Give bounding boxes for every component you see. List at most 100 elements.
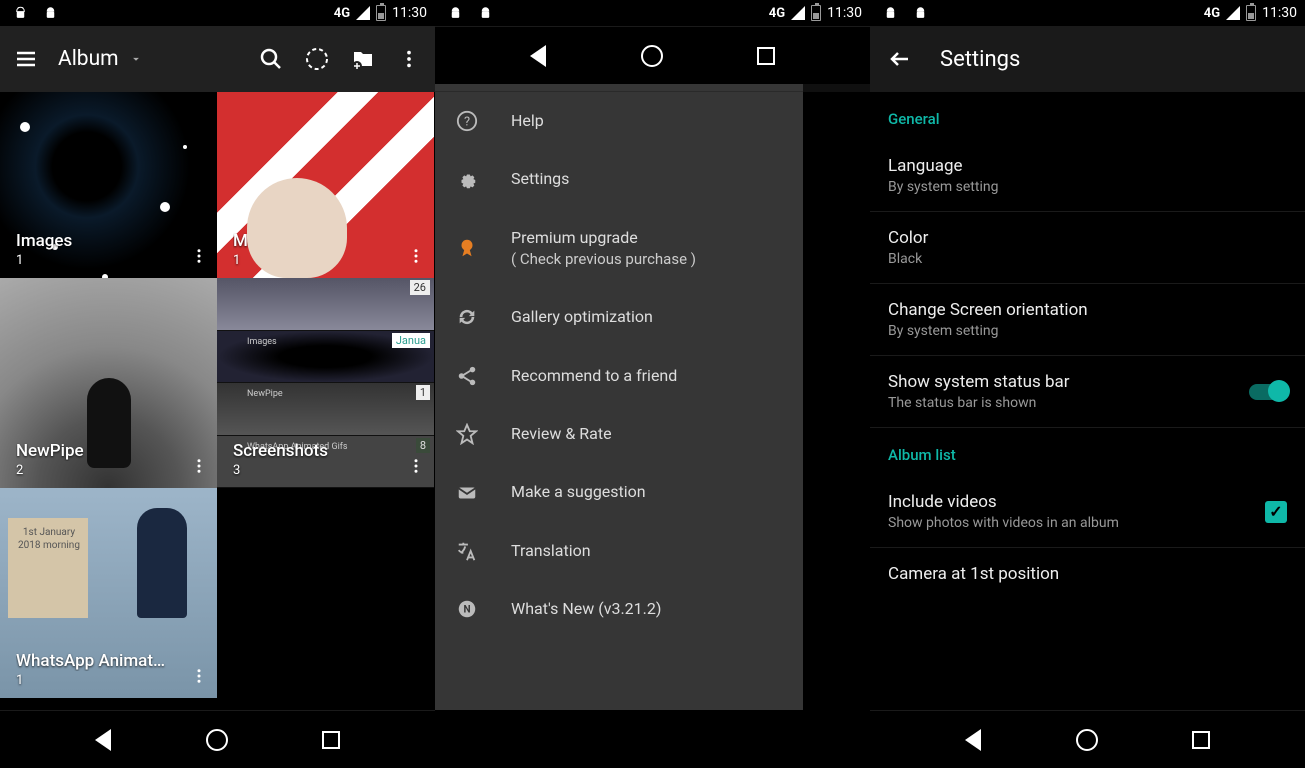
checkbox[interactable]: ✓ bbox=[1265, 501, 1287, 523]
drawer-item-settings[interactable]: Settings bbox=[435, 150, 803, 208]
drawer-label: Settings bbox=[511, 168, 783, 190]
svg-text:N: N bbox=[463, 605, 470, 616]
settings-list[interactable]: General Language By system setting Color… bbox=[870, 92, 1305, 710]
gear-icon bbox=[455, 169, 479, 191]
more-icon[interactable] bbox=[397, 47, 421, 71]
drawer-item-suggestion[interactable]: Make a suggestion bbox=[435, 463, 803, 521]
album-count: 1 bbox=[16, 673, 187, 688]
mail-icon bbox=[455, 482, 479, 504]
drawer-item-review[interactable]: Review & Rate bbox=[435, 405, 803, 463]
drawer-label: Premium upgrade ( Check previous purchas… bbox=[511, 227, 783, 270]
nav-recent-icon[interactable] bbox=[322, 731, 340, 749]
setting-title: Show system status bar bbox=[888, 372, 1249, 392]
drawer-label: Make a suggestion bbox=[511, 481, 783, 503]
nav-back-icon[interactable] bbox=[530, 45, 546, 67]
drawer-item-recommend[interactable]: Recommend to a friend bbox=[435, 347, 803, 405]
album-count: 1 bbox=[16, 253, 187, 268]
navigation-drawer: FOTO ? Help Settings Premium upgrade ( C… bbox=[435, 26, 803, 710]
network-label: 4G bbox=[1204, 6, 1220, 21]
network-label: 4G bbox=[334, 6, 350, 21]
tile-more-icon[interactable] bbox=[187, 454, 211, 478]
aperture-icon[interactable] bbox=[305, 47, 329, 71]
back-arrow-icon[interactable] bbox=[888, 47, 912, 71]
album-tile-whatsapp[interactable]: 1st January 2018 morning WhatsApp Animat… bbox=[0, 488, 217, 698]
note-text: 1st January 2018 morning bbox=[14, 526, 84, 552]
drawer-label: Recommend to a friend bbox=[511, 365, 783, 387]
album-tile-images[interactable]: Images 1 bbox=[0, 92, 217, 278]
nav-bar bbox=[435, 26, 870, 84]
battery-icon bbox=[1246, 5, 1256, 21]
album-count: 3 bbox=[233, 463, 404, 478]
app-bar: Album bbox=[0, 26, 435, 92]
album-name: NewPipe bbox=[16, 441, 187, 461]
tile-more-icon[interactable] bbox=[404, 244, 428, 268]
drawer-item-optimize[interactable]: Gallery optimization bbox=[435, 288, 803, 346]
section-album-list: Album list bbox=[870, 428, 1305, 476]
android-icon bbox=[38, 1, 62, 25]
drawer-item-premium[interactable]: Premium upgrade ( Check previous purchas… bbox=[435, 209, 803, 288]
nav-recent-icon[interactable] bbox=[757, 47, 775, 65]
inner-label: NewPipe bbox=[247, 389, 283, 399]
drawer-item-help[interactable]: ? Help bbox=[435, 92, 803, 150]
nav-back-icon[interactable] bbox=[95, 729, 111, 751]
drawer-label: Review & Rate bbox=[511, 423, 783, 445]
nav-home-icon[interactable] bbox=[641, 45, 663, 67]
album-name: Screenshots bbox=[233, 441, 404, 461]
toggle-switch[interactable] bbox=[1249, 384, 1287, 400]
translate-icon bbox=[455, 540, 479, 562]
section-general: General bbox=[870, 92, 1305, 140]
calendar-badge: 26 bbox=[410, 280, 430, 295]
settings-app-bar: Settings bbox=[870, 26, 1305, 92]
clock: 11:30 bbox=[827, 5, 862, 21]
page-title[interactable]: Album bbox=[58, 47, 143, 71]
signal-icon bbox=[791, 6, 805, 20]
setting-camera-first[interactable]: Camera at 1st position bbox=[870, 548, 1305, 600]
nav-home-icon[interactable] bbox=[206, 729, 228, 751]
setting-sub: The status bar is shown bbox=[888, 395, 1249, 411]
settings-title: Settings bbox=[940, 47, 1020, 72]
setting-include-videos[interactable]: Include videos Show photos with videos i… bbox=[870, 476, 1305, 548]
signal-icon bbox=[356, 6, 370, 20]
android-icon bbox=[878, 1, 902, 25]
drawer-item-translation[interactable]: Translation bbox=[435, 522, 803, 580]
dropdown-icon bbox=[129, 52, 143, 66]
clock: 11:30 bbox=[1262, 5, 1297, 21]
signal-icon bbox=[1226, 6, 1240, 20]
nav-home-icon[interactable] bbox=[1076, 729, 1098, 751]
nav-back-icon[interactable] bbox=[965, 729, 981, 751]
tile-more-icon[interactable] bbox=[404, 454, 428, 478]
tile-more-icon[interactable] bbox=[187, 664, 211, 688]
hamburger-icon[interactable] bbox=[14, 47, 38, 71]
drawer-label: Translation bbox=[511, 540, 783, 562]
tile-more-icon[interactable] bbox=[187, 244, 211, 268]
setting-sub: Show photos with videos in an album bbox=[888, 515, 1265, 531]
status-bar: 4G 11:30 bbox=[0, 0, 435, 26]
album-grid[interactable]: Images 1 Music 1 NewPipe 2 26 ImagesJanu… bbox=[0, 92, 435, 710]
phone-screen-settings: 4G 11:30 Settings General Language By sy… bbox=[870, 0, 1305, 768]
album-tile-screenshots[interactable]: 26 ImagesJanua NewPipe1 WhatsApp Animate… bbox=[217, 278, 434, 488]
battery-icon bbox=[811, 5, 821, 21]
drawer-item-whatsnew[interactable]: N What's New (v3.21.2) bbox=[435, 580, 803, 638]
drawer-label: What's New (v3.21.2) bbox=[511, 598, 783, 620]
setting-title: Camera at 1st position bbox=[888, 564, 1287, 584]
album-name: WhatsApp Animat… bbox=[16, 651, 187, 671]
nav-recent-icon[interactable] bbox=[1192, 731, 1210, 749]
setting-language[interactable]: Language By system setting bbox=[870, 140, 1305, 212]
status-bar: 4G 11:30 bbox=[435, 0, 870, 26]
setting-orientation[interactable]: Change Screen orientation By system sett… bbox=[870, 284, 1305, 356]
title-text: Album bbox=[58, 47, 119, 71]
setting-color[interactable]: Color Black bbox=[870, 212, 1305, 284]
setting-title: Include videos bbox=[888, 492, 1265, 512]
setting-title: Color bbox=[888, 228, 1287, 248]
phone-screen-album: 4G 11:30 Album Images 1 Musi bbox=[0, 0, 435, 768]
search-icon[interactable] bbox=[259, 47, 283, 71]
android-icon bbox=[473, 1, 497, 25]
album-name: Music bbox=[233, 231, 404, 251]
android-icon bbox=[908, 1, 932, 25]
album-tile-newpipe[interactable]: NewPipe 2 bbox=[0, 278, 217, 488]
add-folder-icon[interactable] bbox=[351, 47, 375, 71]
nav-bar bbox=[0, 710, 435, 768]
setting-statusbar[interactable]: Show system status bar The status bar is… bbox=[870, 356, 1305, 428]
setting-sub: By system setting bbox=[888, 323, 1287, 339]
album-tile-music[interactable]: Music 1 bbox=[217, 92, 434, 278]
